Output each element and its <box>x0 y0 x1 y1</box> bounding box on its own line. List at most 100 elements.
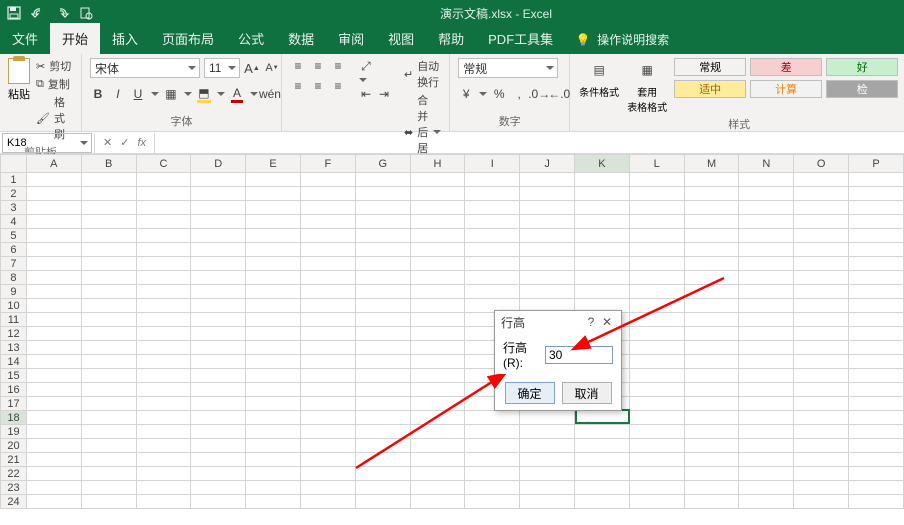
cell-G24[interactable] <box>355 495 410 509</box>
cell-F2[interactable] <box>301 187 356 201</box>
dialog-close-button[interactable]: ✕ <box>599 315 615 329</box>
cell-M20[interactable] <box>684 439 739 453</box>
ok-button[interactable]: 确定 <box>505 382 555 404</box>
cell-M7[interactable] <box>684 257 739 271</box>
col-header-P[interactable]: P <box>849 155 904 173</box>
cell-M22[interactable] <box>684 467 739 481</box>
cell-F13[interactable] <box>301 341 356 355</box>
cell-M12[interactable] <box>684 327 739 341</box>
cell-G12[interactable] <box>355 327 410 341</box>
cell-B18[interactable] <box>81 411 136 425</box>
cell-O20[interactable] <box>794 439 849 453</box>
cell-K9[interactable] <box>575 285 630 299</box>
row-header-1[interactable]: 1 <box>1 173 27 187</box>
cell-C7[interactable] <box>136 257 191 271</box>
cell-M15[interactable] <box>684 369 739 383</box>
cell-A9[interactable] <box>26 285 81 299</box>
cell-E16[interactable] <box>246 383 301 397</box>
tell-me-search[interactable]: 💡 操作说明搜索 <box>565 25 679 54</box>
cell-J3[interactable] <box>520 201 575 215</box>
cell-D3[interactable] <box>191 201 246 215</box>
style-normal[interactable]: 常规 <box>674 58 746 76</box>
cell-F22[interactable] <box>301 467 356 481</box>
table-format-label[interactable]: 套用 表格格式 <box>627 84 667 114</box>
cell-H4[interactable] <box>410 215 465 229</box>
cell-A12[interactable] <box>26 327 81 341</box>
cell-D23[interactable] <box>191 481 246 495</box>
cell-I18[interactable] <box>465 411 520 425</box>
cell-F8[interactable] <box>301 271 356 285</box>
cell-A8[interactable] <box>26 271 81 285</box>
cell-L5[interactable] <box>629 229 684 243</box>
cell-C4[interactable] <box>136 215 191 229</box>
cell-A24[interactable] <box>26 495 81 509</box>
row-header-18[interactable]: 18 <box>1 411 27 425</box>
cell-L19[interactable] <box>629 425 684 439</box>
cell-D14[interactable] <box>191 355 246 369</box>
cell-A20[interactable] <box>26 439 81 453</box>
cell-L10[interactable] <box>629 299 684 313</box>
cell-H20[interactable] <box>410 439 465 453</box>
cell-C19[interactable] <box>136 425 191 439</box>
cell-K6[interactable] <box>575 243 630 257</box>
cell-O23[interactable] <box>794 481 849 495</box>
cell-D6[interactable] <box>191 243 246 257</box>
style-neutral[interactable]: 适中 <box>674 80 746 98</box>
cell-C20[interactable] <box>136 439 191 453</box>
cell-E11[interactable] <box>246 313 301 327</box>
cell-A5[interactable] <box>26 229 81 243</box>
cell-N11[interactable] <box>739 313 794 327</box>
cell-L22[interactable] <box>629 467 684 481</box>
cell-A6[interactable] <box>26 243 81 257</box>
cell-A1[interactable] <box>26 173 81 187</box>
cell-N21[interactable] <box>739 453 794 467</box>
tab-help[interactable]: 帮助 <box>426 23 476 54</box>
row-header-20[interactable]: 20 <box>1 439 27 453</box>
cell-F10[interactable] <box>301 299 356 313</box>
cell-L20[interactable] <box>629 439 684 453</box>
print-preview-icon[interactable] <box>78 5 94 21</box>
cell-G1[interactable] <box>355 173 410 187</box>
cell-A21[interactable] <box>26 453 81 467</box>
redo-icon[interactable] <box>54 5 70 21</box>
cell-D5[interactable] <box>191 229 246 243</box>
cell-F24[interactable] <box>301 495 356 509</box>
cell-P24[interactable] <box>849 495 904 509</box>
align-top-icon[interactable]: ≡ <box>290 58 306 74</box>
increase-font-icon[interactable]: A▲ <box>244 60 260 76</box>
cell-M1[interactable] <box>684 173 739 187</box>
cell-C18[interactable] <box>136 411 191 425</box>
cell-F21[interactable] <box>301 453 356 467</box>
align-left-icon[interactable]: ≡ <box>290 78 306 94</box>
cell-K22[interactable] <box>575 467 630 481</box>
cell-N20[interactable] <box>739 439 794 453</box>
cell-C9[interactable] <box>136 285 191 299</box>
cell-E23[interactable] <box>246 481 301 495</box>
cell-B4[interactable] <box>81 215 136 229</box>
cell-A18[interactable] <box>26 411 81 425</box>
cell-D8[interactable] <box>191 271 246 285</box>
cell-L3[interactable] <box>629 201 684 215</box>
cell-E18[interactable] <box>246 411 301 425</box>
cell-N7[interactable] <box>739 257 794 271</box>
style-check[interactable]: 检 <box>826 80 898 98</box>
cell-P6[interactable] <box>849 243 904 257</box>
cell-I2[interactable] <box>465 187 520 201</box>
cell-G15[interactable] <box>355 369 410 383</box>
cell-B5[interactable] <box>81 229 136 243</box>
cell-O8[interactable] <box>794 271 849 285</box>
decrease-decimal-icon[interactable]: ←.0 <box>551 86 567 102</box>
cell-H23[interactable] <box>410 481 465 495</box>
cell-H14[interactable] <box>410 355 465 369</box>
cell-H3[interactable] <box>410 201 465 215</box>
cell-N19[interactable] <box>739 425 794 439</box>
cell-E8[interactable] <box>246 271 301 285</box>
cell-D9[interactable] <box>191 285 246 299</box>
cell-L12[interactable] <box>629 327 684 341</box>
cell-G21[interactable] <box>355 453 410 467</box>
cell-F14[interactable] <box>301 355 356 369</box>
cell-N14[interactable] <box>739 355 794 369</box>
border-button[interactable]: ▦ <box>163 86 179 102</box>
cell-N24[interactable] <box>739 495 794 509</box>
cell-O24[interactable] <box>794 495 849 509</box>
